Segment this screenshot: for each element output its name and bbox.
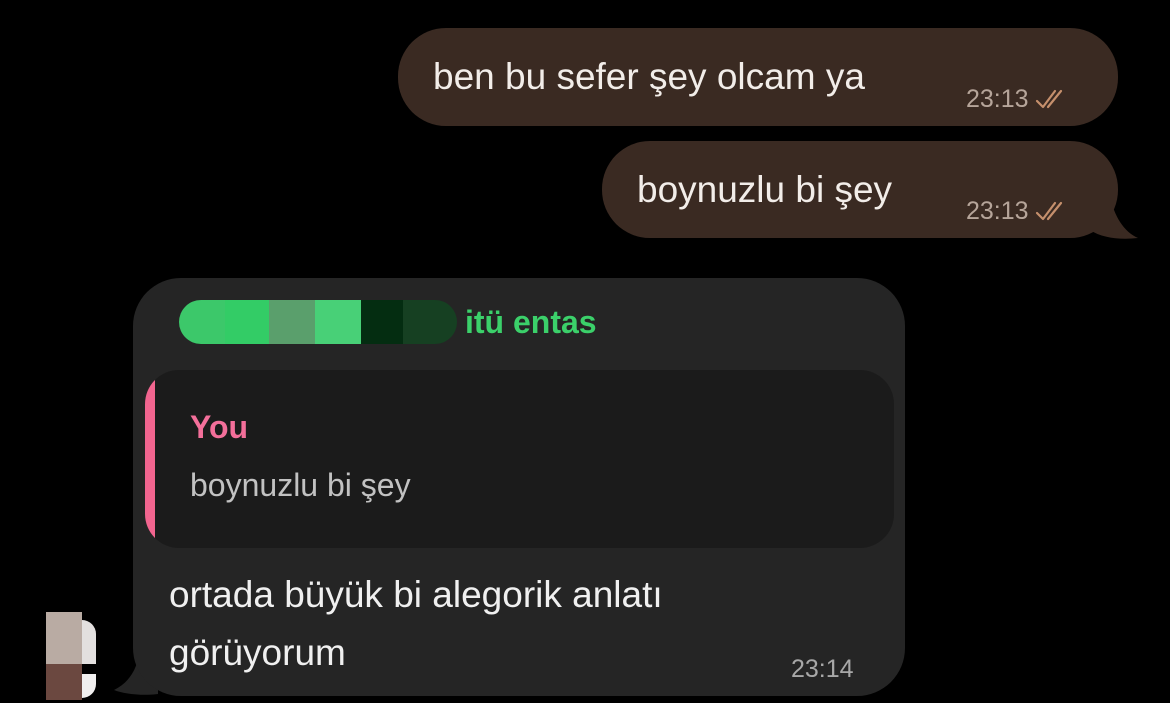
message-time: 23:14 (791, 655, 854, 683)
reply-quote[interactable]: You boynuzlu bi şey (145, 370, 894, 548)
bubble-tail (1090, 196, 1138, 239)
message-time: 23:13 (966, 197, 1029, 225)
message-text: ortada büyük bi alegorik anlatı görüyoru… (169, 566, 809, 682)
message-meta: 23:13 (966, 84, 1069, 114)
message-time: 23:13 (966, 85, 1029, 113)
sender-avatar[interactable] (34, 604, 104, 700)
double-check-icon (1035, 88, 1069, 110)
sender-row[interactable]: itü entas (179, 298, 597, 346)
sender-name: itü entas (465, 304, 597, 340)
redacted-sender-name (179, 300, 457, 344)
message-meta: 23:13 (966, 196, 1069, 226)
reply-author: You (190, 409, 249, 445)
message-text: ben bu sefer şey olcam ya (433, 56, 865, 97)
reply-text: boynuzlu bi şey (190, 467, 411, 503)
double-check-icon (1035, 200, 1069, 222)
message-text: boynuzlu bi şey (637, 169, 893, 210)
message-text-line: ortada büyük bi alegorik anlatı (169, 574, 663, 615)
incoming-message-bubble[interactable]: itü entas You boynuzlu bi şey ortada büy… (133, 278, 905, 696)
chat-view: ben bu sefer şey olcam ya 23:13 boynuzlu… (0, 0, 1170, 703)
message-text-line: görüyorum (169, 632, 346, 673)
outgoing-message-bubble[interactable]: ben bu sefer şey olcam ya 23:13 (398, 28, 1118, 126)
reply-accent-bar (145, 370, 155, 548)
outgoing-message-bubble[interactable]: boynuzlu bi şey 23:13 (602, 141, 1118, 238)
